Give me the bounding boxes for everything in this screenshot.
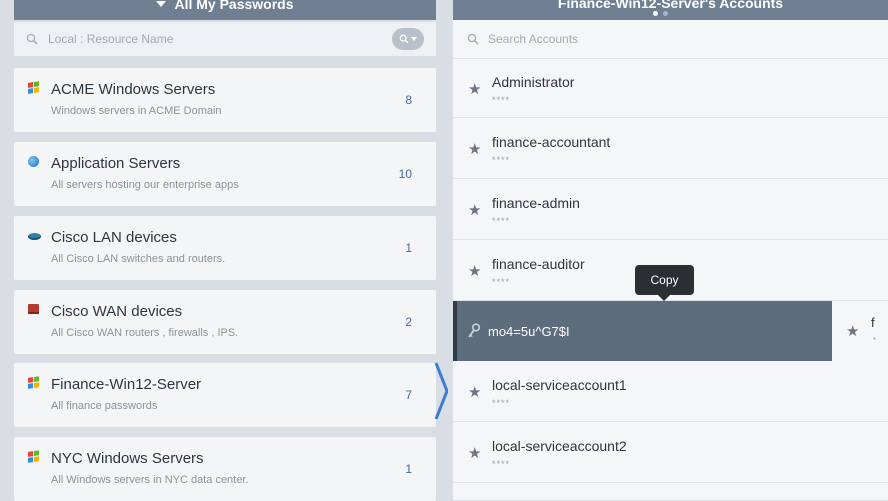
masked-password: ****: [492, 216, 511, 226]
group-description: All finance passwords: [51, 400, 158, 412]
page-dot-active: [653, 11, 658, 16]
resource-groups-pane: All My Passwords Local : Resource Name A…: [0, 0, 449, 501]
masked-password: ****: [492, 95, 511, 105]
account-search-input[interactable]: Search Accounts: [488, 32, 888, 46]
accounts-header-title: Finance-Win12-Server's Accounts: [557, 0, 784, 11]
windows-flag-icon: [28, 450, 40, 463]
masked-password: ****: [492, 459, 511, 469]
group-description: All servers hosting our enterprise apps: [51, 179, 239, 191]
account-name: local-serviceaccount1: [492, 377, 627, 393]
revealed-password-text[interactable]: mo4=5u^G7$I: [488, 324, 570, 339]
group-card-acme-windows-servers[interactable]: ACME Windows Servers Windows servers in …: [14, 68, 436, 132]
masked-password: ****: [492, 398, 511, 408]
group-card-cisco-wan-devices[interactable]: Cisco WAN devices All Cisco WAN routers …: [14, 290, 436, 354]
star-icon[interactable]: ★: [468, 383, 481, 401]
group-description: All Cisco LAN switches and routers.: [51, 253, 226, 265]
group-count: 2: [405, 315, 412, 329]
star-icon[interactable]: ★: [468, 444, 481, 462]
account-name: finance-auditor: [492, 256, 585, 272]
group-description: All Cisco WAN routers , firewalls , IPS.: [51, 327, 239, 339]
group-card-nyc-windows-servers[interactable]: NYC Windows Servers All Windows servers …: [14, 437, 436, 501]
account-row-local-serviceaccount1[interactable]: ★ local-serviceaccount1 ****: [453, 362, 888, 422]
search-icon: [26, 33, 38, 45]
copy-tooltip-arrow: [658, 295, 670, 301]
wan-device-icon: [28, 304, 40, 316]
group-name: Finance-Win12-Server: [51, 376, 202, 393]
star-icon[interactable]: ★: [468, 262, 481, 280]
group-name: ACME Windows Servers: [51, 81, 216, 98]
windows-flag-icon: [28, 376, 40, 389]
group-card-cisco-lan-devices[interactable]: Cisco LAN devices All Cisco LAN switches…: [14, 216, 436, 280]
group-name: Application Servers: [51, 155, 181, 172]
key-icon: [468, 323, 481, 338]
group-count: 8: [405, 93, 412, 107]
account-name: Administrator: [492, 74, 575, 90]
page-dot: [663, 11, 668, 16]
account-row-finance-accountant[interactable]: ★ finance-accountant ****: [453, 119, 888, 179]
account-row-finance-admin[interactable]: ★ finance-admin ****: [453, 180, 888, 240]
group-description: Windows servers in ACME Domain: [51, 105, 222, 117]
star-icon[interactable]: ★: [468, 80, 481, 98]
masked-password: ****: [492, 155, 511, 165]
account-name: finance-admin: [492, 195, 580, 211]
group-card-application-servers[interactable]: Application Servers All servers hosting …: [14, 142, 436, 206]
group-count: 10: [398, 167, 412, 181]
group-name: Cisco LAN devices: [51, 229, 177, 246]
groups-header[interactable]: All My Passwords: [14, 0, 436, 20]
star-icon[interactable]: ★: [468, 201, 481, 219]
windows-flag-icon: [28, 81, 40, 94]
revealed-password-row[interactable]: mo4=5u^G7$I: [453, 301, 832, 361]
star-icon[interactable]: ★: [468, 140, 481, 158]
accounts-pane: Finance-Win12-Server's Accounts Search A…: [453, 0, 888, 500]
account-name: local-serviceaccount2: [492, 438, 627, 454]
globe-icon: [28, 156, 40, 168]
accounts-header: Finance-Win12-Server's Accounts: [453, 0, 888, 20]
group-name: NYC Windows Servers: [51, 450, 204, 467]
group-count: 7: [405, 388, 412, 402]
group-card-finance-win12-server[interactable]: Finance-Win12-Server All finance passwor…: [14, 363, 436, 427]
masked-password: ****: [492, 277, 511, 287]
group-name: Cisco WAN devices: [51, 303, 183, 320]
search-icon: [467, 33, 479, 45]
copy-button[interactable]: Copy: [635, 265, 694, 295]
account-name: finance-accountant: [492, 134, 611, 150]
account-row-local-serviceaccount2[interactable]: ★ local-serviceaccount2 ****: [453, 423, 888, 483]
masked-password-partial: *: [873, 336, 877, 345]
groups-header-title: All My Passwords: [174, 0, 294, 12]
account-name-partial: f: [871, 315, 875, 330]
chevron-down-icon: [411, 37, 417, 41]
resource-search-input[interactable]: Local : Resource Name: [48, 32, 392, 46]
group-count: 1: [405, 241, 412, 255]
search-scope-toggle[interactable]: [392, 28, 424, 50]
chevron-down-icon: [156, 1, 167, 7]
group-count: 1: [405, 462, 412, 476]
page-indicator[interactable]: [653, 11, 668, 16]
account-search-bar[interactable]: Search Accounts: [453, 22, 888, 56]
router-icon: [28, 230, 41, 242]
group-description: All Windows servers in NYC data center.: [51, 474, 249, 486]
star-icon[interactable]: ★: [846, 322, 859, 340]
account-row-administrator[interactable]: ★ Administrator ****: [453, 58, 888, 118]
resource-search-bar[interactable]: Local : Resource Name: [14, 22, 436, 56]
search-icon: [399, 34, 409, 44]
